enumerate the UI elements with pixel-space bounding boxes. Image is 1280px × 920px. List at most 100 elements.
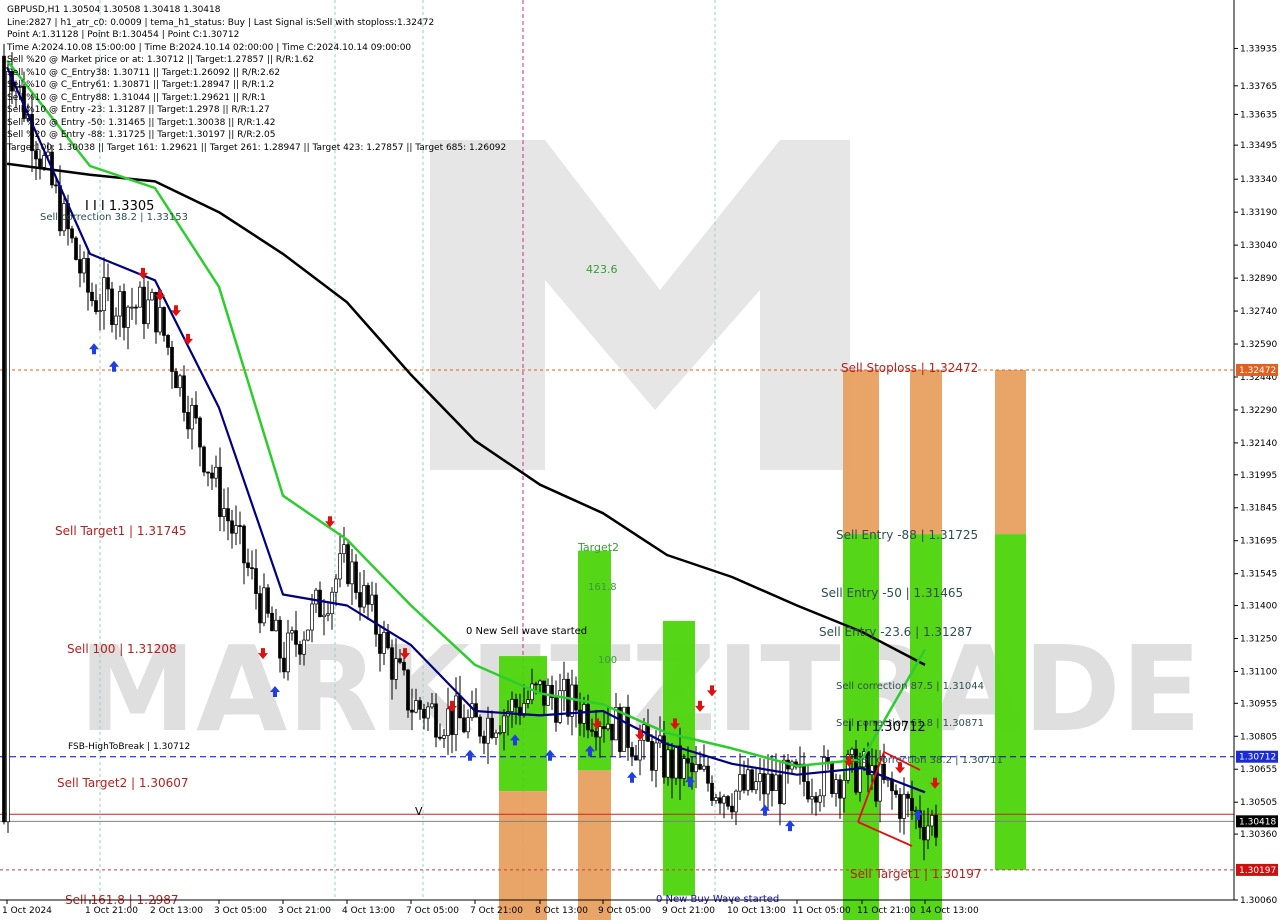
candle-body: [398, 658, 402, 663]
zone-box-entry: [995, 534, 1026, 870]
candle-body: [850, 748, 854, 755]
zone-box-stoploss: [910, 369, 942, 535]
candle-body: [74, 237, 78, 260]
candle-body: [838, 779, 842, 799]
candle-body: [514, 698, 518, 708]
sell-target1-left-label: Sell Target1 | 1.31745: [55, 524, 187, 538]
candle-body: [766, 773, 770, 795]
candle-body: [686, 758, 690, 764]
candle-body: [754, 781, 758, 791]
candle-body: [390, 647, 394, 680]
fib-161-label: 161.8: [588, 582, 617, 593]
candle-body: [378, 633, 382, 654]
price-axis-bg: [1234, 0, 1280, 920]
price-tick-label: 1.33190: [1240, 208, 1277, 218]
candle-body: [726, 796, 730, 807]
price-tick-label: 1.32140: [1240, 439, 1277, 449]
candle-body: [210, 472, 214, 479]
candle-body: [606, 723, 610, 730]
candle-body: [274, 619, 278, 632]
candle-body: [2, 55, 6, 823]
candle-body: [682, 758, 686, 779]
candle-body: [430, 703, 434, 708]
candle-body: [810, 796, 814, 800]
candle-body: [858, 766, 862, 793]
info-line: Target100: 1.30038 || Target 161: 1.2962…: [7, 142, 507, 153]
candle-body: [226, 508, 230, 522]
time-tick-label: 9 Oct 21:00: [662, 906, 715, 916]
candle-body: [238, 525, 242, 527]
candle-body: [714, 797, 718, 801]
candle-body: [246, 562, 250, 569]
candle-body: [130, 306, 134, 309]
price-tick-label: 1.31995: [1240, 471, 1277, 481]
time-tick-label: 1 Oct 21:00: [85, 906, 138, 916]
price-tag-fsb-hightobreak-text: 1.30712: [1239, 753, 1276, 763]
candle-body: [418, 700, 422, 710]
info-line: Sell %10 @ C_Entry61: 1.30871 || Target:…: [7, 80, 275, 90]
price-tick-label: 1.32890: [1240, 274, 1277, 284]
candle-body: [762, 773, 766, 795]
candle-body: [478, 716, 482, 737]
candle-body: [166, 335, 170, 348]
candle-body: [190, 404, 194, 430]
candle-body: [690, 762, 694, 773]
candle-body: [98, 310, 102, 313]
candle-body: [214, 466, 218, 479]
candle-body: [462, 717, 466, 733]
time-tick-label: 4 Oct 13:00: [342, 906, 395, 916]
info-line: Sell %10 @ C_Entry38: 1.30711 || Target:…: [7, 67, 281, 78]
candle-body: [42, 155, 46, 168]
candle-body: [738, 774, 742, 792]
candle-body: [406, 669, 410, 711]
candle-body: [106, 277, 110, 290]
candle-body: [410, 709, 414, 713]
candle-body: [586, 704, 590, 731]
sell-correction-38-label: Sell correction 38.2 | 1.30711: [855, 755, 1003, 766]
candle-body: [434, 703, 438, 738]
candle-body: [526, 699, 530, 704]
candle-body: [314, 589, 318, 605]
candle-body: [830, 762, 834, 794]
time-tick-label: 9 Oct 05:00: [598, 906, 651, 916]
candle-body: [722, 796, 726, 804]
candle-body: [422, 708, 426, 719]
candle-body: [614, 707, 618, 741]
fib-423-label: 423.6: [586, 263, 618, 276]
candle-body: [626, 706, 630, 748]
price-tick-label: 1.32740: [1240, 307, 1277, 317]
candle-body: [538, 680, 542, 685]
candle-body: [734, 790, 738, 813]
candle-body: [94, 300, 98, 312]
candle-body: [454, 695, 458, 735]
time-tick-label: 3 Oct 05:00: [214, 906, 267, 916]
time-tick-label: 10 Oct 13:00: [727, 906, 786, 916]
candle-body: [234, 525, 238, 534]
candle-body: [926, 825, 930, 841]
candle-body: [114, 315, 118, 325]
candle-body: [86, 258, 90, 293]
zone-box-stoploss: [995, 369, 1026, 535]
price-tick-label: 1.30655: [1240, 765, 1277, 775]
candle-body: [290, 630, 294, 634]
v-mark: V: [415, 805, 423, 818]
candle-body: [742, 774, 746, 791]
candle-body: [498, 732, 502, 734]
candle-body: [138, 286, 142, 308]
candle-body: [718, 797, 722, 804]
candle-body: [426, 706, 430, 719]
candle-body: [666, 749, 670, 778]
price-tick-label: 1.30805: [1240, 732, 1277, 742]
candle-body: [346, 544, 350, 585]
candle-body: [494, 732, 498, 738]
info-line: Sell %20 @ Market price or at: 1.30712 |…: [7, 55, 315, 65]
sell-stoploss-label: Sell Stoploss | 1.32472: [841, 361, 978, 375]
candle-body: [242, 525, 246, 564]
candle-body: [934, 815, 938, 838]
price-tick-label: 1.33495: [1240, 141, 1277, 151]
candle-body: [386, 632, 390, 649]
time-tick-label: 3 Oct 21:00: [278, 906, 331, 916]
candle-body: [466, 717, 470, 733]
candle-body: [562, 678, 566, 692]
candle-body: [750, 769, 754, 791]
